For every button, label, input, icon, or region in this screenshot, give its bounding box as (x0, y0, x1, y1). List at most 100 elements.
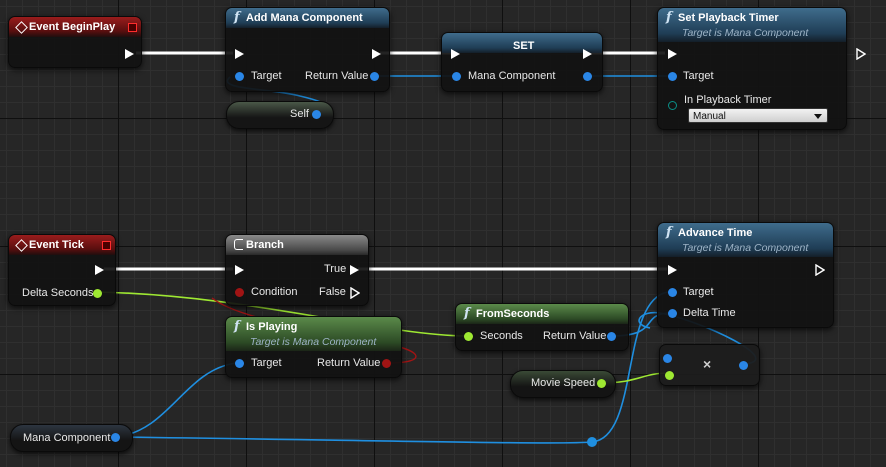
function-f-icon: f (666, 225, 672, 240)
diamond-icon (15, 21, 28, 34)
false-exec-pin[interactable] (350, 287, 360, 299)
from-seconds-node[interactable]: f FromSeconds Seconds Return Value (455, 303, 629, 351)
mana-component-out-pin[interactable] (583, 72, 592, 81)
delta-seconds-pin[interactable] (93, 289, 102, 298)
movie-speed-pin[interactable] (597, 379, 606, 388)
add-mana-component-title: Add Mana Component (246, 12, 363, 24)
is-playing-title: Is Playing (246, 321, 298, 333)
target-pin[interactable] (235, 72, 244, 81)
event-tick-title: Event Tick (29, 239, 84, 251)
function-f-icon: f (666, 10, 672, 25)
mana-component-label: Mana Component (468, 70, 556, 82)
branch-icon (234, 239, 243, 250)
self-node[interactable]: Self (226, 101, 334, 129)
exec-in-pin[interactable] (451, 49, 460, 59)
in-playback-timer-pin[interactable] (668, 101, 677, 110)
return-value-label: Return Value (543, 330, 607, 342)
exec-out-hollow-icon[interactable] (856, 48, 866, 60)
target-label: Target (683, 286, 714, 298)
in-playback-timer-label: In Playback Timer (684, 94, 772, 106)
branch-header: Branch (226, 235, 368, 255)
seconds-label: Seconds (480, 330, 523, 342)
event-beginplay-header: Event BeginPlay (9, 17, 141, 37)
set-playback-timer-header: f Set Playback Timer Target is Mana Comp… (658, 8, 846, 42)
function-f-icon: f (234, 319, 240, 334)
event-tick-node[interactable]: Event Tick Delta Seconds (8, 234, 116, 306)
exec-out-pin[interactable] (815, 264, 825, 276)
set-playback-timer-subtitle: Target is Mana Component (682, 27, 809, 39)
diamond-icon (15, 239, 28, 252)
return-value-pin[interactable] (607, 332, 616, 341)
movie-speed-label: Movie Speed (531, 377, 596, 389)
is-playing-header: f Is Playing Target is Mana Component (226, 317, 401, 351)
target-label: Target (251, 357, 282, 369)
set-playback-timer-node[interactable]: f Set Playback Timer Target is Mana Comp… (657, 7, 866, 130)
from-seconds-header: f FromSeconds (456, 304, 628, 324)
exec-out-pin[interactable] (372, 49, 381, 59)
mana-component-var-label: Mana Component (23, 432, 111, 444)
exec-out-pin[interactable] (583, 49, 592, 59)
target-label: Target (683, 70, 714, 82)
exec-in-pin[interactable] (668, 49, 677, 59)
false-label: False (319, 286, 346, 298)
return-value-pin[interactable] (370, 72, 379, 81)
multiply-symbol: × (703, 356, 712, 372)
branch-title: Branch (246, 239, 284, 251)
exec-in-pin[interactable] (235, 265, 244, 275)
exec-out-pin[interactable] (95, 265, 104, 275)
set-header: SET (442, 33, 602, 53)
exec-in-pin[interactable] (668, 265, 677, 275)
advance-time-node[interactable]: f Advance Time Target is Mana Component … (657, 222, 834, 328)
playback-timer-dropdown[interactable]: Manual (688, 108, 828, 123)
self-out-pin[interactable] (312, 110, 321, 119)
b-input-pin[interactable] (665, 371, 674, 380)
mana-component-var-node[interactable]: Mana Component (10, 424, 133, 452)
result-pin[interactable] (739, 361, 748, 370)
function-f-icon: f (234, 10, 240, 25)
event-tick-header: Event Tick (9, 235, 115, 255)
seconds-pin[interactable] (464, 332, 473, 341)
multiply-node[interactable]: × (659, 344, 760, 386)
function-f-icon: f (464, 306, 470, 321)
exec-in-pin[interactable] (235, 49, 244, 59)
advance-time-subtitle: Target is Mana Component (682, 242, 809, 254)
movie-speed-node[interactable]: Movie Speed (510, 370, 616, 398)
self-label: Self (290, 108, 309, 120)
mana-component-in-pin[interactable] (452, 72, 461, 81)
set-title: SET (513, 40, 535, 52)
a-input-pin[interactable] (663, 354, 672, 363)
delta-time-pin[interactable] (668, 309, 677, 318)
is-playing-node[interactable]: f Is Playing Target is Mana Component Ta… (225, 316, 402, 378)
advance-time-header: f Advance Time Target is Mana Component (658, 223, 833, 257)
advance-time-title: Advance Time (678, 227, 753, 239)
set-node[interactable]: SET Mana Component (441, 32, 603, 92)
target-pin[interactable] (668, 288, 677, 297)
true-exec-pin[interactable] (350, 265, 359, 275)
condition-label: Condition (251, 286, 298, 298)
target-label: Target (251, 70, 282, 82)
chevron-down-icon (814, 114, 822, 119)
return-value-label: Return Value (317, 357, 381, 369)
delta-time-label: Delta Time (683, 307, 736, 319)
set-playback-timer-title: Set Playback Timer (678, 12, 779, 24)
delta-seconds-label: Delta Seconds (22, 287, 94, 299)
branch-node[interactable]: Branch True Condition False (225, 234, 369, 306)
mana-component-var-pin[interactable] (111, 433, 120, 442)
add-mana-component-header: f Add Mana Component (226, 8, 389, 28)
object-wire-manavar-isplaying (116, 362, 237, 438)
target-pin[interactable] (235, 359, 244, 368)
event-beginplay-title: Event BeginPlay (29, 21, 116, 33)
true-label: True (324, 263, 347, 275)
delegate-pin-icon[interactable] (102, 241, 111, 250)
reroute-node (587, 437, 597, 447)
is-playing-subtitle: Target is Mana Component (250, 336, 377, 348)
add-mana-component-node[interactable]: f Add Mana Component Target Return Value (225, 7, 390, 92)
dropdown-value: Manual (693, 111, 726, 122)
event-beginplay-node[interactable]: Event BeginPlay (8, 16, 142, 68)
delegate-pin-icon[interactable] (128, 23, 137, 32)
return-value-pin[interactable] (382, 359, 391, 368)
return-value-label: Return Value (305, 70, 369, 82)
exec-out-pin[interactable] (125, 49, 134, 59)
condition-pin[interactable] (235, 288, 244, 297)
target-pin[interactable] (668, 72, 677, 81)
